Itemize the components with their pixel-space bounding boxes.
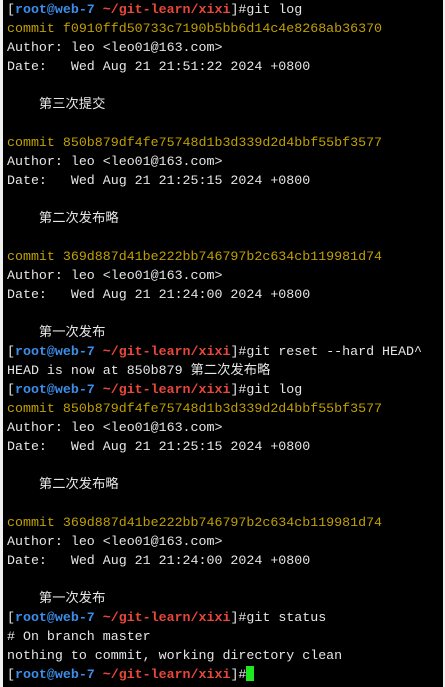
- output-line: Date: Wed Aug 21 21:25:15 2024 +0800: [7, 171, 443, 190]
- output-line: # On branch master: [7, 627, 443, 646]
- commit-hash: commit f0910ffd50733c7190b5bb6d14c4e8268…: [7, 21, 383, 36]
- prompt-path: ~/git-learn/xixi: [102, 610, 231, 625]
- prompt-close: ]#: [230, 344, 247, 359]
- output-text: Date: Wed Aug 21 21:24:00 2024 +0800: [7, 553, 311, 568]
- output-text: Author: leo <leo01@163.com>: [7, 40, 223, 55]
- commit-hash: commit 369d887d41be222bb746797b2c634cb11…: [7, 249, 383, 264]
- prompt-open-bracket: [: [7, 382, 15, 397]
- output-text: Author: leo <leo01@163.com>: [7, 534, 223, 549]
- commit-hash-line: commit f0910ffd50733c7190b5bb6d14c4e8268…: [7, 19, 443, 38]
- output-line: 第二次发布略: [7, 475, 443, 494]
- prompt-path: ~/git-learn/xixi: [102, 667, 231, 682]
- output-text: Author: leo <leo01@163.com>: [7, 420, 223, 435]
- output-text: Author: leo <leo01@163.com>: [7, 268, 223, 283]
- output-text: Author: leo <leo01@163.com>: [7, 154, 223, 169]
- output-text: Date: Wed Aug 21 21:25:15 2024 +0800: [7, 439, 311, 454]
- prompt-path: ~/git-learn/xixi: [102, 2, 231, 17]
- command-text: git log: [246, 382, 303, 397]
- output-line: Author: leo <leo01@163.com>: [7, 152, 443, 171]
- prompt-close: ]#: [230, 610, 247, 625]
- output-line: 第三次提交: [7, 95, 443, 114]
- prompt-close: ]#: [230, 667, 247, 682]
- prompt-path: ~/git-learn/xixi: [102, 382, 231, 397]
- commit-hash: commit 369d887d41be222bb746797b2c634cb11…: [7, 515, 383, 530]
- output-line: 第一次发布: [7, 323, 443, 342]
- output-line: 第一次发布: [7, 589, 443, 608]
- prompt-close: ]#: [230, 2, 247, 17]
- output-text: Date: Wed Aug 21 21:25:15 2024 +0800: [7, 173, 311, 188]
- output-text: 第一次发布: [7, 591, 106, 606]
- prompt-open-bracket: [: [7, 667, 15, 682]
- output-line: Author: leo <leo01@163.com>: [7, 532, 443, 551]
- output-line: Date: Wed Aug 21 21:24:00 2024 +0800: [7, 285, 443, 304]
- command-text: git reset --hard HEAD^: [246, 344, 422, 359]
- output-text: 第二次发布略: [7, 211, 119, 226]
- commit-hash-line: commit 850b879df4fe75748d1b3d339d2d4bbf5…: [7, 133, 443, 152]
- prompt-line: [root@web-7 ~/git-learn/xixi]#: [7, 665, 443, 684]
- output-text: nothing to commit, working directory cle…: [7, 648, 343, 663]
- output-line: HEAD is now at 850b879 第二次发布略: [7, 361, 443, 380]
- commit-hash-line: commit 369d887d41be222bb746797b2c634cb11…: [7, 247, 443, 266]
- output-line: 第二次发布略: [7, 209, 443, 228]
- window-left-border: [0, 0, 3, 687]
- commit-hash-line: commit 369d887d41be222bb746797b2c634cb11…: [7, 513, 443, 532]
- prompt-line: [root@web-7 ~/git-learn/xixi]#git reset …: [7, 342, 443, 361]
- output-text: HEAD is now at 850b879 第二次发布略: [7, 363, 271, 378]
- prompt-close: ]#: [230, 382, 247, 397]
- prompt-open-bracket: [: [7, 2, 15, 17]
- prompt-user-host: root@web-7: [14, 610, 95, 625]
- prompt-user-host: root@web-7: [14, 382, 95, 397]
- output-line: nothing to commit, working directory cle…: [7, 646, 443, 665]
- prompt-line: [root@web-7 ~/git-learn/xixi]#git status: [7, 608, 443, 627]
- output-text: # On branch master: [7, 629, 151, 644]
- output-line: Author: leo <leo01@163.com>: [7, 266, 443, 285]
- prompt-line: [root@web-7 ~/git-learn/xixi]#git log: [7, 0, 443, 19]
- output-text: Date: Wed Aug 21 21:24:00 2024 +0800: [7, 287, 311, 302]
- prompt-user-host: root@web-7: [14, 667, 95, 682]
- prompt-open-bracket: [: [7, 344, 15, 359]
- terminal-cursor: [246, 666, 255, 681]
- output-text: Date: Wed Aug 21 21:51:22 2024 +0800: [7, 59, 311, 74]
- prompt-line: [root@web-7 ~/git-learn/xixi]#git log: [7, 380, 443, 399]
- output-text: 第三次提交: [7, 97, 106, 112]
- commit-hash-line: commit 850b879df4fe75748d1b3d339d2d4bbf5…: [7, 399, 443, 418]
- output-text: 第一次发布: [7, 325, 106, 340]
- output-line: Date: Wed Aug 21 21:24:00 2024 +0800: [7, 551, 443, 570]
- prompt-user-host: root@web-7: [14, 344, 95, 359]
- prompt-user-host: root@web-7: [14, 2, 95, 17]
- output-line: Author: leo <leo01@163.com>: [7, 38, 443, 57]
- command-text: git log: [246, 2, 303, 17]
- commit-hash: commit 850b879df4fe75748d1b3d339d2d4bbf5…: [7, 401, 383, 416]
- prompt-open-bracket: [: [7, 610, 15, 625]
- commit-hash: commit 850b879df4fe75748d1b3d339d2d4bbf5…: [7, 135, 383, 150]
- output-text: 第二次发布略: [7, 477, 119, 492]
- output-line: Date: Wed Aug 21 21:25:15 2024 +0800: [7, 437, 443, 456]
- output-line: Date: Wed Aug 21 21:51:22 2024 +0800: [7, 57, 443, 76]
- command-text: git status: [246, 610, 327, 625]
- terminal-output[interactable]: [root@web-7 ~/git-learn/xixi]#git log com…: [7, 0, 443, 684]
- output-line: Author: leo <leo01@163.com>: [7, 418, 443, 437]
- prompt-path: ~/git-learn/xixi: [102, 344, 231, 359]
